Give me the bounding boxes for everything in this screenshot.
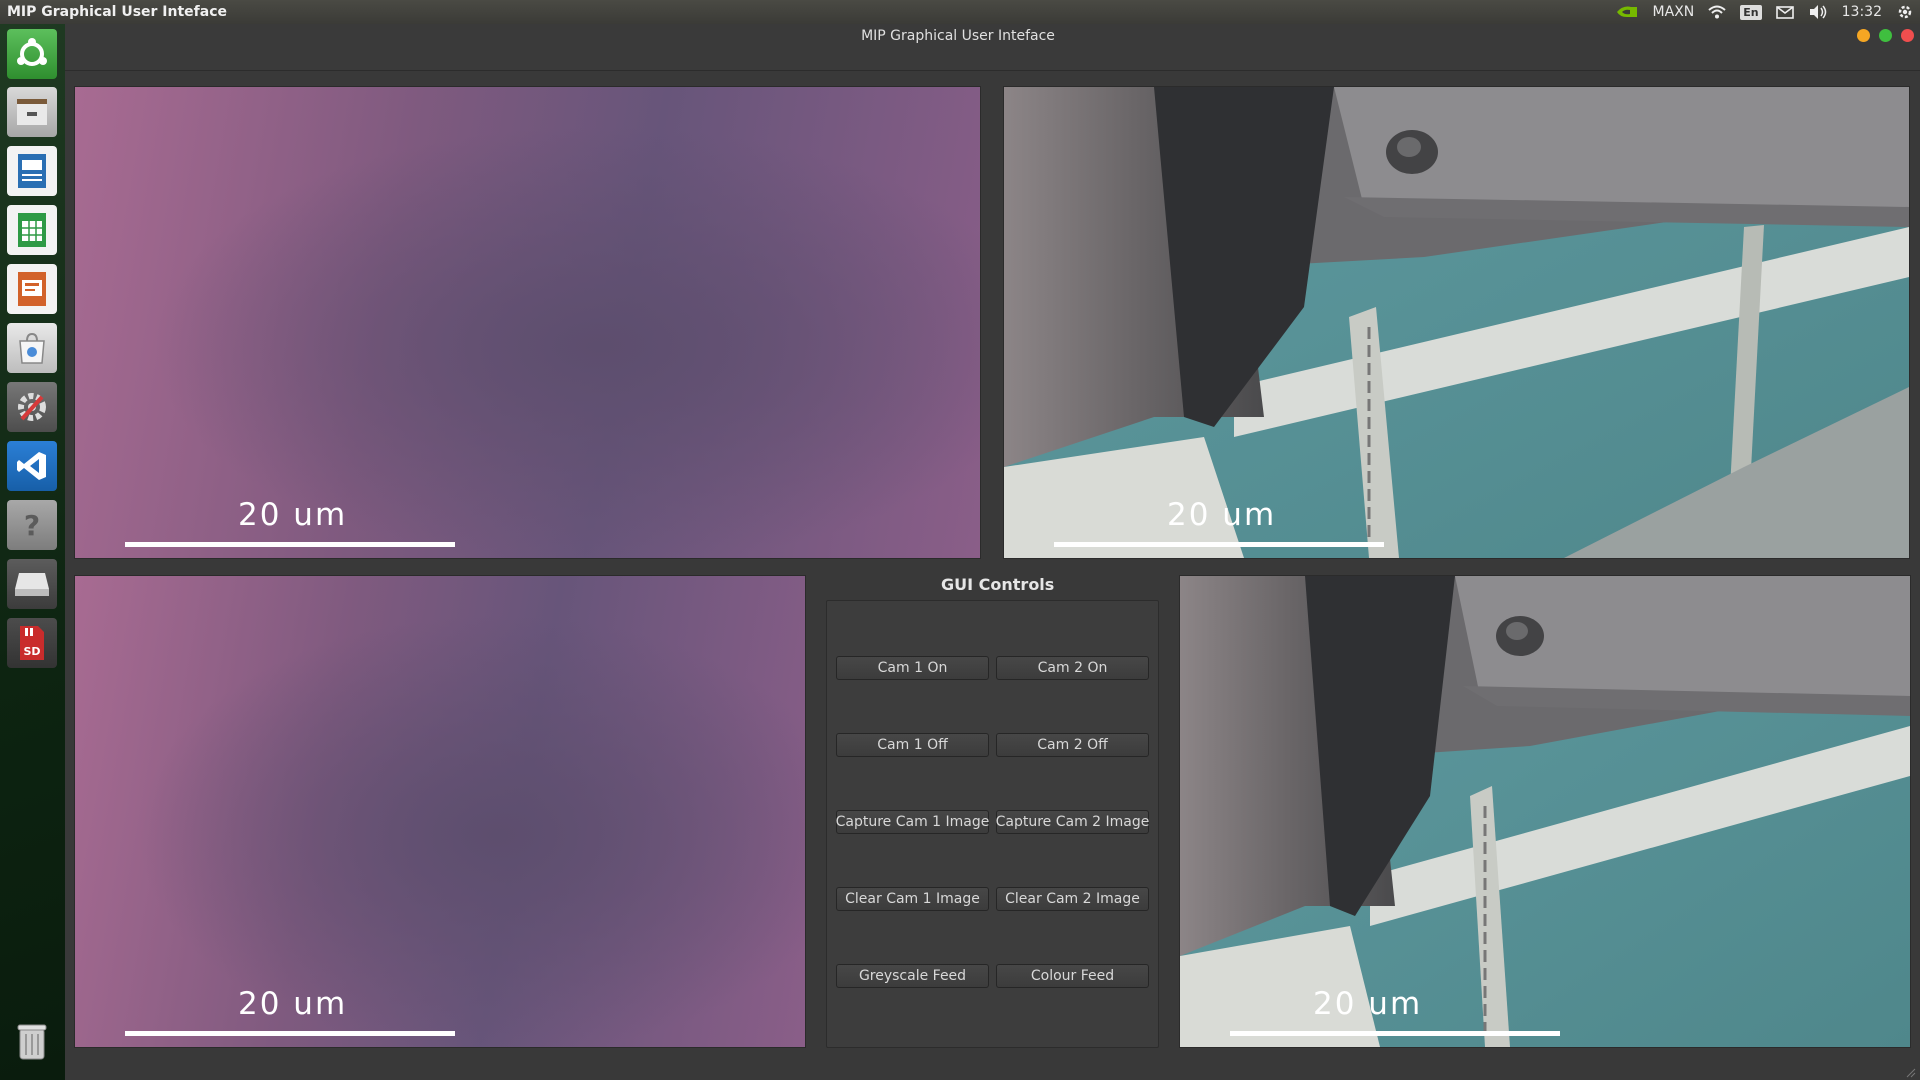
- controls-title: GUI Controls: [941, 575, 1055, 594]
- keyboard-layout-label: En: [1743, 5, 1759, 19]
- wifi-icon[interactable]: [1708, 5, 1726, 19]
- close-button[interactable]: [1901, 29, 1914, 42]
- libreoffice-calc-icon[interactable]: [7, 205, 57, 255]
- colour-feed-button[interactable]: Colour Feed: [996, 964, 1149, 988]
- scale-bar: [125, 1031, 455, 1036]
- launcher: ? SD: [0, 24, 66, 1080]
- libreoffice-impress-icon[interactable]: [7, 264, 57, 314]
- vscode-icon[interactable]: [7, 441, 57, 491]
- controls-panel: Cam 1 On Cam 2 On Cam 1 Off Cam 2 Off Ca…: [826, 600, 1159, 1048]
- svg-text:SD: SD: [23, 645, 40, 658]
- help-icon[interactable]: ?: [7, 500, 57, 550]
- settings-gear-icon[interactable]: [1896, 3, 1914, 21]
- window-title: MIP Graphical User Inteface: [861, 28, 1055, 44]
- scale-bar-label: 20 um: [238, 986, 348, 1022]
- camera-scene: [1180, 576, 1910, 1047]
- power-mode-label[interactable]: MAXN: [1653, 4, 1695, 20]
- scale-bar: [125, 542, 455, 547]
- mail-icon[interactable]: [1775, 5, 1794, 19]
- resize-grip-icon[interactable]: [1906, 1068, 1916, 1078]
- scale-bar-label: 20 um: [1167, 497, 1277, 533]
- software-center-icon[interactable]: [7, 323, 57, 373]
- cam1-off-button[interactable]: Cam 1 Off: [836, 733, 989, 757]
- drive-icon[interactable]: [7, 559, 57, 609]
- cam1-on-button[interactable]: Cam 1 On: [836, 656, 989, 680]
- nvidia-icon[interactable]: [1615, 4, 1639, 20]
- maximize-button[interactable]: [1879, 29, 1892, 42]
- cam1-feed-view: 20 um: [74, 86, 981, 559]
- keyboard-icon[interactable]: En: [1740, 4, 1762, 20]
- cam2-feed-view: 20 um: [1003, 86, 1910, 559]
- capture-cam2-button[interactable]: Capture Cam 2 Image: [996, 810, 1149, 834]
- clock[interactable]: 13:32: [1842, 4, 1882, 20]
- indicator-area: MAXN En 13:32: [1615, 0, 1914, 24]
- cam2-capture-view: 20 um: [1179, 575, 1911, 1048]
- scale-bar: [1054, 542, 1384, 547]
- trash-icon[interactable]: [7, 1016, 57, 1066]
- libreoffice-writer-icon[interactable]: [7, 146, 57, 196]
- minimize-button[interactable]: [1857, 29, 1870, 42]
- volume-icon[interactable]: [1808, 4, 1828, 20]
- system-settings-icon[interactable]: [7, 382, 57, 432]
- window-client-area: 20 um 20 um 20 um GUI Controls Cam 1 On …: [65, 71, 1920, 1080]
- scale-bar: [1230, 1031, 1560, 1036]
- app-window: MIP Graphical User Inteface 20 um 20 um …: [65, 24, 1920, 1080]
- svg-text:?: ?: [24, 509, 40, 542]
- file-manager-icon[interactable]: [7, 87, 57, 137]
- top-panel-app-title: MIP Graphical User Inteface: [7, 4, 227, 20]
- scale-bar-label: 20 um: [238, 497, 348, 533]
- capture-cam1-button[interactable]: Capture Cam 1 Image: [836, 810, 989, 834]
- clear-cam2-button[interactable]: Clear Cam 2 Image: [996, 887, 1149, 911]
- cam1-capture-view: 20 um: [74, 575, 806, 1048]
- clear-cam1-button[interactable]: Clear Cam 1 Image: [836, 887, 989, 911]
- top-panel: MIP Graphical User Inteface MAXN En 13:3…: [0, 0, 1920, 25]
- camera-scene: [1004, 87, 1909, 558]
- window-titlebar[interactable]: MIP Graphical User Inteface: [65, 24, 1920, 71]
- cam2-on-button[interactable]: Cam 2 On: [996, 656, 1149, 680]
- ubuntu-dash-icon[interactable]: [7, 29, 57, 79]
- cam2-off-button[interactable]: Cam 2 Off: [996, 733, 1149, 757]
- scale-bar-label: 20 um: [1313, 986, 1423, 1022]
- greyscale-feed-button[interactable]: Greyscale Feed: [836, 964, 989, 988]
- sd-card-icon[interactable]: SD: [7, 618, 57, 668]
